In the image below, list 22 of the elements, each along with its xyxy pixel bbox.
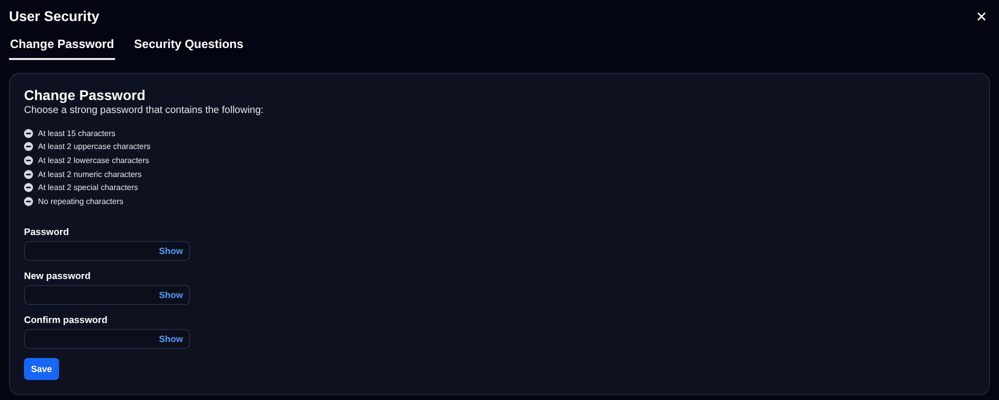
requirement-text: No repeating characters (38, 196, 124, 206)
section-description: Choose a strong password that contains the following: (24, 105, 265, 116)
field-label: Confirm password (24, 314, 108, 327)
close-icon[interactable] (977, 12, 986, 20)
show-password-link[interactable]: Show (159, 334, 189, 344)
requirement-text: At least 2 uppercase characters (38, 142, 151, 152)
window-title: User Security (9, 8, 100, 24)
password-field[interactable]: Show (24, 328, 190, 349)
show-password-link[interactable]: Show (159, 290, 189, 300)
tab[interactable]: Security Questions (133, 35, 244, 60)
requirement-text: At least 15 characters (38, 128, 116, 138)
requirement-text: At least 2 special characters (38, 183, 138, 192)
password-field[interactable]: Show (24, 240, 190, 261)
requirement-text: At least 2 numeric characters (38, 170, 142, 179)
tab[interactable]: Change Password (9, 35, 116, 60)
field-label: New password (24, 270, 92, 283)
section-heading: Change Password (24, 87, 146, 103)
requirement-text: At least 2 lowercase characters (38, 156, 150, 165)
show-password-link[interactable]: Show (159, 246, 189, 256)
field-label: Password (24, 226, 70, 239)
password-field[interactable]: Show (24, 284, 190, 305)
save-button[interactable]: Save (24, 358, 60, 380)
